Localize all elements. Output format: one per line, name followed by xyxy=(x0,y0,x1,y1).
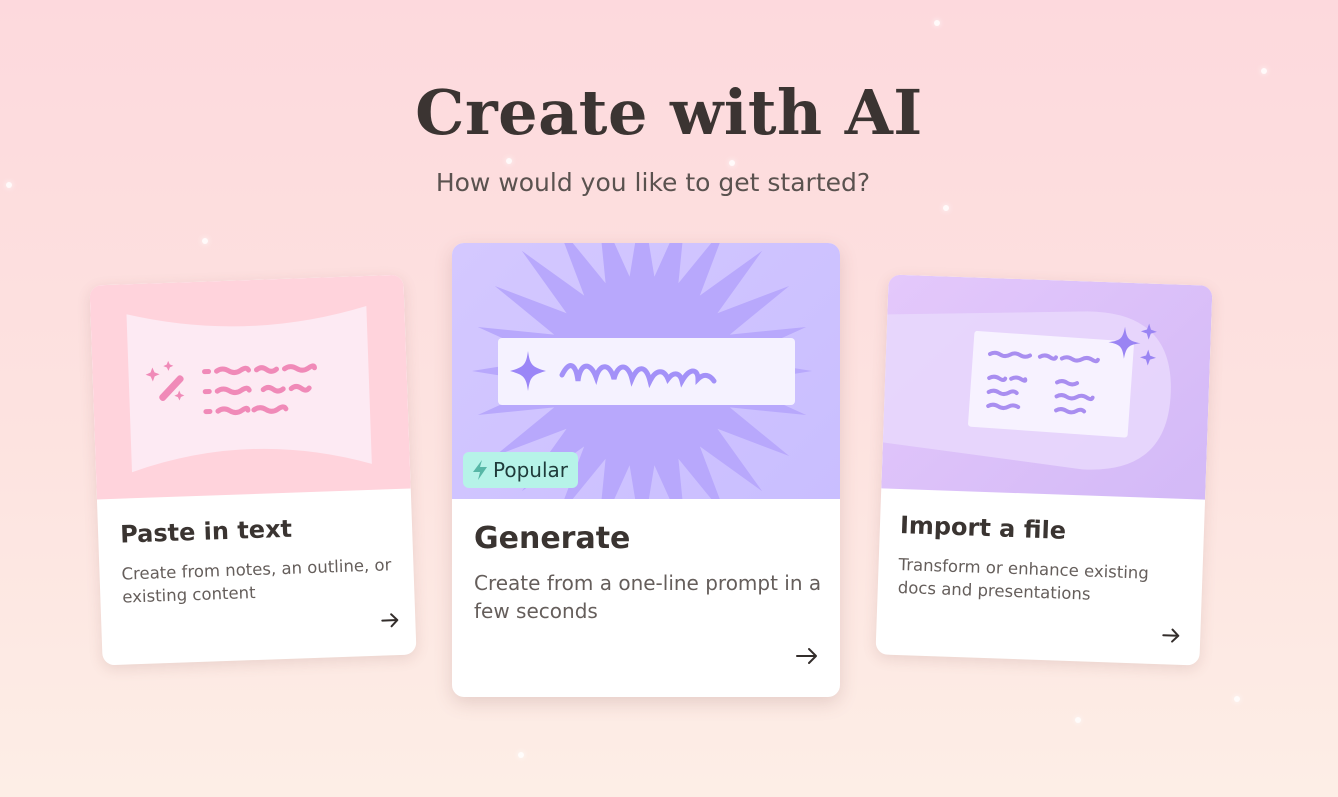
card-description: Create from a one-line prompt in a few s… xyxy=(474,571,822,623)
background-sparkle xyxy=(1261,68,1267,74)
arrow-right-icon[interactable] xyxy=(794,643,820,673)
background-sparkle xyxy=(506,158,512,164)
paste-illustration xyxy=(89,274,411,500)
import-illustration xyxy=(881,274,1213,500)
popular-badge: Popular xyxy=(463,452,578,488)
background-sparkle xyxy=(934,20,940,26)
paste-in-text-card[interactable]: Paste in text Create from notes, an outl… xyxy=(89,274,417,666)
background-sparkle xyxy=(518,752,524,758)
background-sparkle xyxy=(202,238,208,244)
background-sparkle xyxy=(1075,717,1081,723)
generate-card[interactable]: Popular Generate Create from a one-line … xyxy=(452,243,840,697)
card-title: Generate xyxy=(474,521,631,556)
arrow-right-icon[interactable] xyxy=(379,609,402,636)
import-file-card[interactable]: Import a file Transform or enhance exist… xyxy=(875,274,1213,666)
popular-badge-label: Popular xyxy=(493,458,568,482)
card-title: Paste in text xyxy=(119,514,293,549)
background-sparkle xyxy=(943,205,949,211)
background-sparkle xyxy=(1234,696,1240,702)
card-description: Transform or enhance existing docs and p… xyxy=(897,554,1150,604)
lightning-icon xyxy=(473,460,487,480)
generate-illustration: Popular xyxy=(452,243,840,499)
background-sparkle xyxy=(729,160,735,166)
page-title: Create with AI xyxy=(415,76,923,149)
card-description: Create from notes, an outline, or existi… xyxy=(121,555,392,607)
card-title: Import a file xyxy=(899,511,1067,545)
page-subtitle: How would you like to get started? xyxy=(435,168,871,197)
arrow-right-icon[interactable] xyxy=(1160,624,1183,651)
